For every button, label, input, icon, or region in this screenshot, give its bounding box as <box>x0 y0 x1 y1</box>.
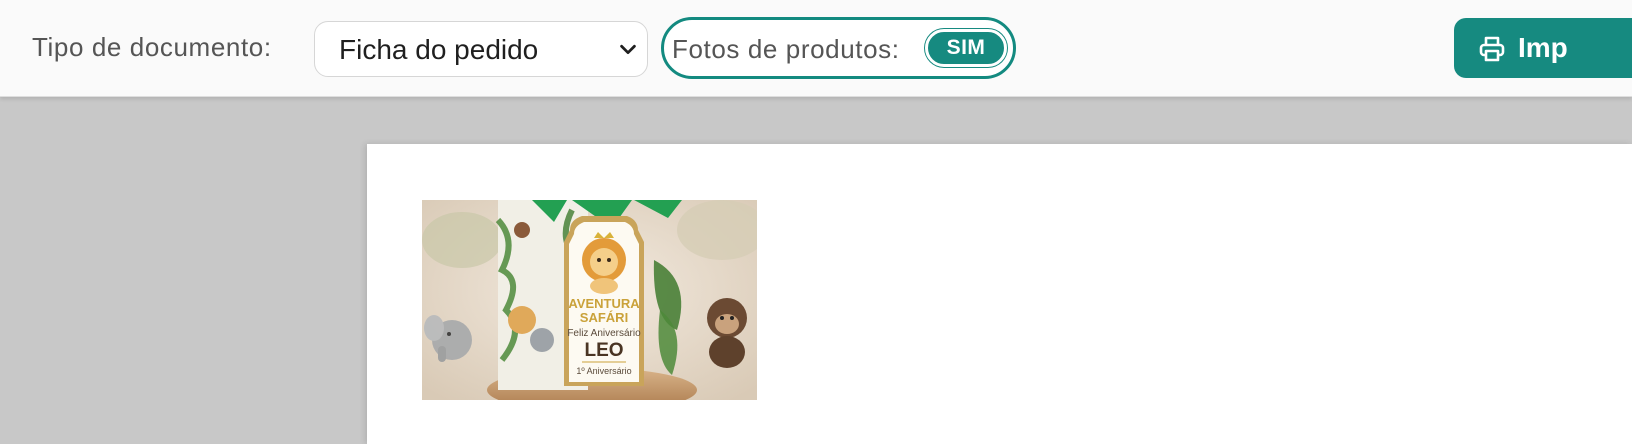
print-button-label: Imp <box>1518 32 1568 63</box>
chevron-down-icon <box>620 44 636 55</box>
tag-age-line: 1º Aniversário <box>576 366 631 376</box>
tag-name: LEO <box>584 340 623 361</box>
toolbar: Tipo de documento: Ficha do pedido Fotos… <box>0 0 1632 97</box>
document-preview-area: AVENTURA SAFÁRI Feliz Aniversário LEO 1º… <box>0 97 1632 444</box>
tag-headline-line-1: AVENTURA <box>568 296 640 311</box>
product-photos-toggle[interactable]: SIM <box>925 29 1007 67</box>
print-button[interactable]: Imp <box>1454 18 1632 78</box>
document-type-label: Tipo de documento: <box>32 32 272 62</box>
tag-headline-line-2: SAFÁRI <box>580 310 628 325</box>
document-type-select[interactable]: Ficha do pedido <box>314 21 648 77</box>
product-photo: AVENTURA SAFÁRI Feliz Aniversário LEO 1º… <box>422 200 757 400</box>
printer-icon <box>1479 36 1505 62</box>
product-photos-toggle-group[interactable]: Fotos de produtos: SIM <box>661 17 1016 79</box>
document-type-value: Ficha do pedido <box>339 34 539 65</box>
product-photos-label: Fotos de produtos: <box>672 34 900 64</box>
product-photo-image: AVENTURA SAFÁRI Feliz Aniversário LEO 1º… <box>422 200 757 400</box>
tag-greeting: Feliz Aniversário <box>567 328 641 339</box>
document-page: AVENTURA SAFÁRI Feliz Aniversário LEO 1º… <box>367 144 1632 444</box>
